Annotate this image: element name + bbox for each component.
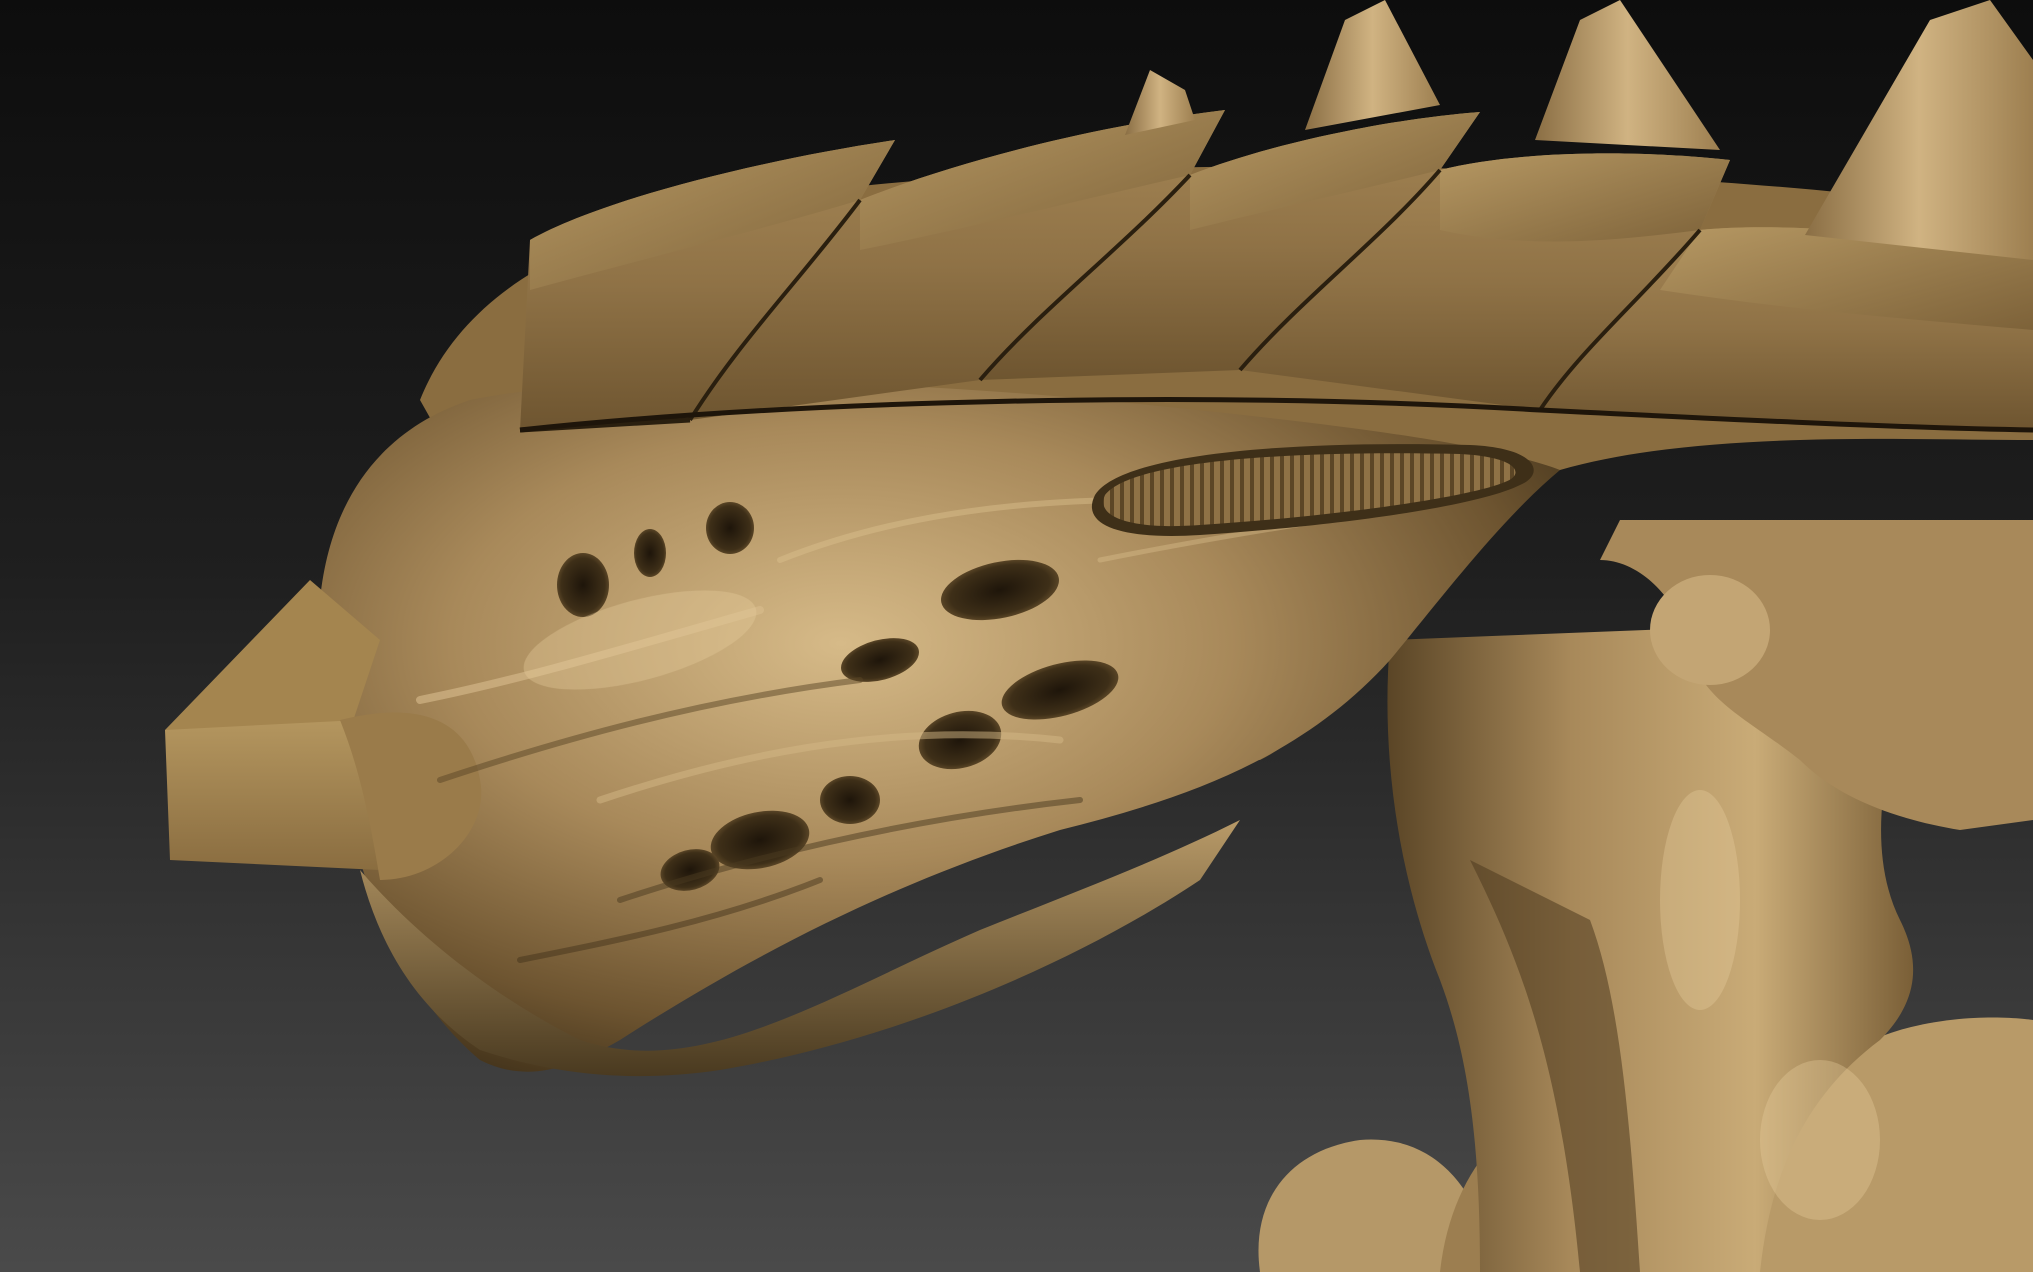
ear-knob-shape (1650, 575, 1770, 685)
sculpt-viewport[interactable] (0, 0, 2033, 1272)
snout-block-shape (165, 720, 380, 870)
creature-head-sculpt-icon (0, 0, 2033, 1272)
